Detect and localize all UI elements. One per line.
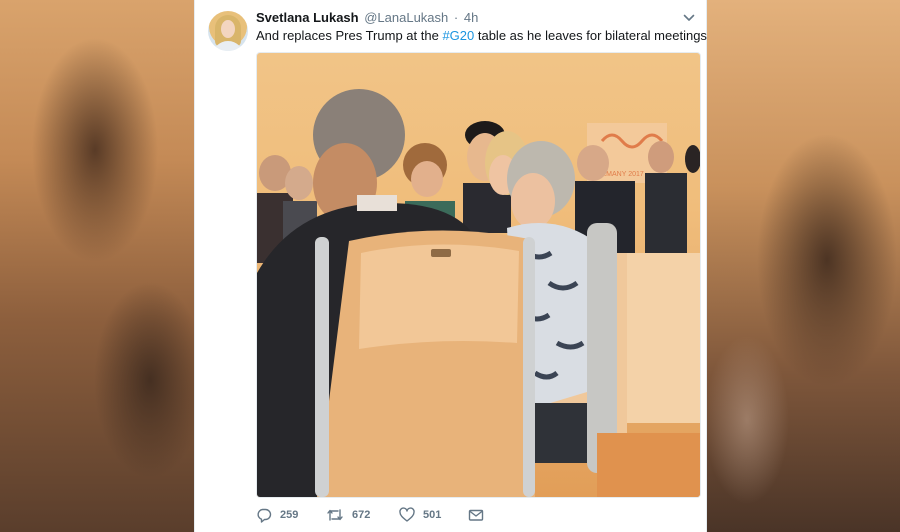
envelope-icon — [468, 509, 484, 521]
reply-button[interactable]: 259 — [256, 506, 298, 524]
tweet-actions: 259 672 501 — [256, 506, 556, 526]
delegate-edge-head — [685, 145, 700, 173]
like-button[interactable]: 501 — [399, 506, 441, 524]
avatar[interactable] — [208, 11, 248, 51]
delegate-right2-suit — [645, 173, 687, 253]
hashtag-link[interactable]: #G20 — [442, 28, 474, 43]
tweet-text: And replaces Pres Trump at the #G20 tabl… — [256, 28, 707, 44]
delegate-face — [411, 161, 443, 197]
conference-table — [617, 253, 700, 423]
heart-icon — [399, 507, 415, 522]
retweet-count: 672 — [352, 509, 371, 521]
author-handle[interactable]: @LanaLukash — [364, 10, 448, 25]
tweet-header: Svetlana Lukash @LanaLukash · 4h — [256, 10, 696, 28]
tweet-text-part: table as he leaves for bilateral meeting… — [474, 28, 707, 43]
delegate-right2-head — [648, 141, 674, 173]
tweet-card: Svetlana Lukash @LanaLukash · 4h And rep… — [194, 0, 707, 532]
delegate-right-head — [577, 145, 609, 181]
chevron-down-icon[interactable] — [682, 11, 696, 25]
avatar-face — [221, 20, 235, 38]
tweet-timestamp[interactable]: 4h — [464, 10, 478, 25]
delegate-collar — [357, 195, 397, 211]
retweet-button[interactable]: 672 — [326, 506, 370, 524]
like-count: 501 — [423, 509, 442, 521]
reply-icon — [257, 508, 272, 523]
floor — [597, 433, 700, 497]
reply-count: 259 — [280, 509, 299, 521]
author-name[interactable]: Svetlana Lukash — [256, 10, 359, 25]
photo-scene: GERMANY 2017 — [257, 89, 700, 497]
delegate-face — [511, 173, 555, 229]
chair-label — [431, 249, 451, 257]
retweet-icon — [327, 509, 343, 521]
blurred-background-right — [707, 0, 900, 532]
blurred-background-left — [0, 0, 194, 532]
separator-dot: · — [453, 10, 459, 25]
chair-upper-mesh — [359, 244, 519, 349]
chair-frame-left — [315, 237, 329, 497]
chair-frame-right — [523, 237, 535, 497]
delegate-left-head — [285, 166, 313, 200]
tweet-photo[interactable]: GERMANY 2017 — [256, 52, 701, 498]
direct-message-button[interactable] — [468, 506, 492, 524]
tweet-text-part: And replaces Pres Trump at the — [256, 28, 443, 43]
